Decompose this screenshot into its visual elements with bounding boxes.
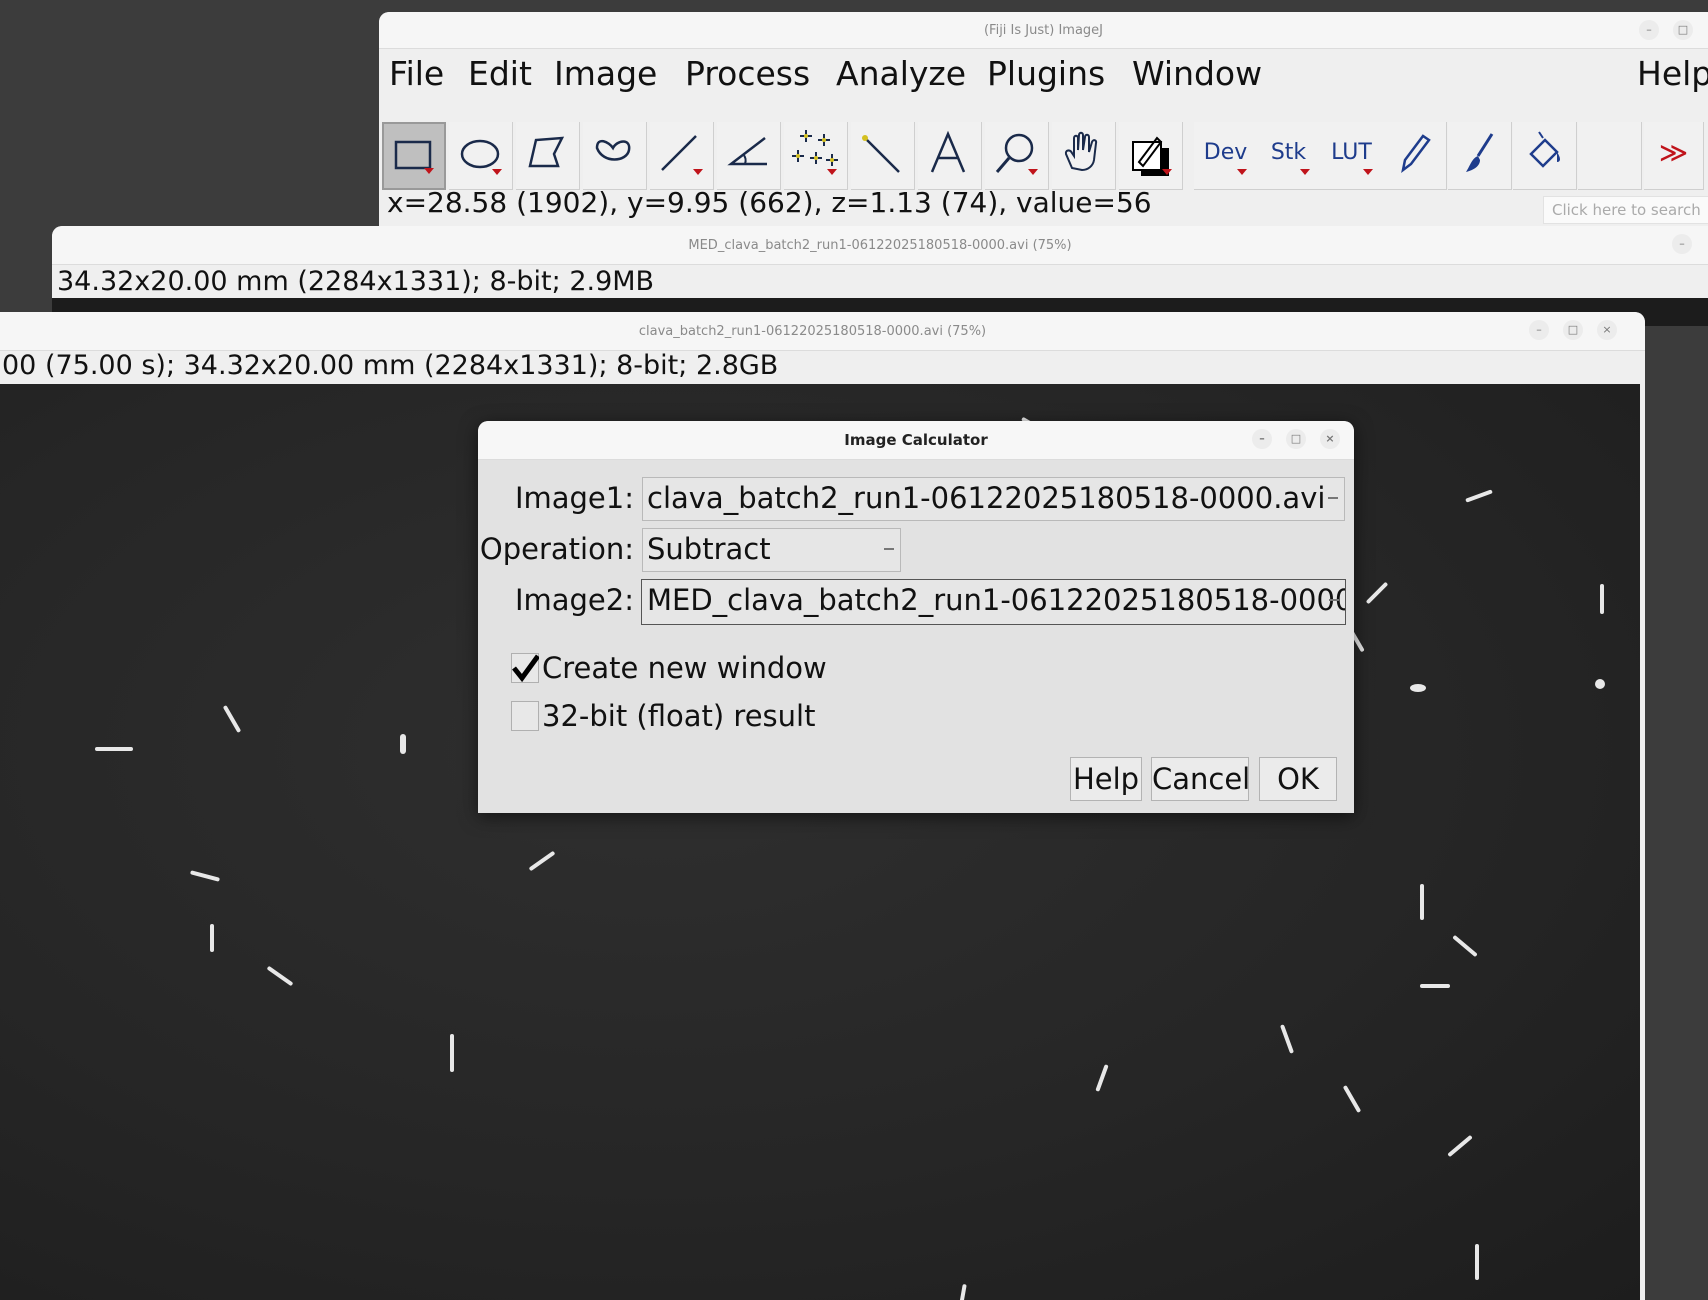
help-button[interactable]: Help (1070, 757, 1142, 801)
magnifier-icon (995, 133, 1034, 173)
med-info: 34.32x20.00 mm (2284x1331); 8-bit; 2.9MB (57, 266, 655, 297)
menubar: File Edit Image Process Analyze Plugins … (379, 54, 1708, 94)
maximize-icon[interactable]: □ (1286, 429, 1306, 449)
oval-tool[interactable] (449, 122, 513, 190)
freehand-tool[interactable] (583, 122, 647, 190)
close-icon[interactable]: × (1320, 429, 1340, 449)
med-image-window: MED_clava_batch2_run1-06122025180518-000… (52, 226, 1708, 326)
create-new-window-label: Create new window (542, 651, 827, 685)
float-result-label: 32-bit (float) result (542, 699, 816, 733)
menu-plugins[interactable]: Plugins (987, 54, 1105, 93)
minimize-icon[interactable]: – (1252, 429, 1272, 449)
more-tools-icon: ≫ (1658, 136, 1689, 169)
brush-tool[interactable] (1448, 122, 1512, 190)
close-icon[interactable]: × (1597, 320, 1617, 340)
clava-title: clava_batch2_run1-06122025180518-0000.av… (638, 323, 987, 339)
bucket-icon (1529, 131, 1560, 168)
lut-tool[interactable]: LUT (1320, 122, 1384, 190)
hand-tool[interactable] (1052, 122, 1116, 190)
zoom-tool[interactable] (985, 122, 1049, 190)
polygon-icon (528, 136, 565, 168)
menu-window[interactable]: Window (1132, 54, 1262, 93)
image1-label: Image1: (514, 481, 634, 515)
more-tools-button[interactable]: ≫ (1644, 122, 1704, 190)
lut-label: LUT (1331, 140, 1372, 165)
operation-label: Operation: (479, 532, 634, 566)
dialog-title: Image Calculator (844, 431, 988, 449)
rectangle-icon (394, 140, 432, 170)
dropdown-icon (884, 548, 894, 550)
image2-label: Image2: (514, 583, 634, 617)
line-tool[interactable] (650, 122, 714, 190)
stk-tool[interactable]: Stk (1257, 122, 1321, 190)
med-title: MED_clava_batch2_run1-06122025180518-000… (688, 237, 1072, 253)
freehand-icon (595, 139, 631, 161)
dropdown-icon (1329, 599, 1339, 601)
fiji-main-window: (Fiji Is Just) ImageJ – □ File Edit Imag… (379, 12, 1708, 228)
fiji-title: (Fiji Is Just) ImageJ (983, 22, 1103, 38)
image-calculator-dialog: Image Calculator – □ × Image1: clava_bat… (478, 421, 1354, 813)
menu-analyze[interactable]: Analyze (836, 54, 966, 93)
text-tool[interactable] (918, 122, 982, 190)
ok-button[interactable]: OK (1259, 757, 1337, 801)
clava-titlebar: clava_batch2_run1-06122025180518-0000.av… (0, 312, 1645, 351)
menu-edit[interactable]: Edit (468, 54, 532, 93)
status-bar: x=28.58 (1902), y=9.95 (662), z=1.13 (74… (387, 186, 1152, 219)
wand-icon (862, 135, 900, 173)
operation-select[interactable]: Subtract (642, 528, 901, 572)
maximize-icon[interactable]: □ (1563, 320, 1583, 340)
polygon-tool[interactable] (516, 122, 580, 190)
search-input[interactable]: Click here to search (1543, 196, 1708, 224)
dev-tool[interactable]: Dev (1194, 122, 1258, 190)
rectangle-tool[interactable] (382, 122, 446, 190)
pencil-tool[interactable] (1383, 122, 1447, 190)
image2-value: MED_clava_batch2_run1-06122025180518-000… (647, 583, 1346, 617)
text-icon (930, 130, 966, 173)
med-titlebar: MED_clava_batch2_run1-06122025180518-000… (52, 226, 1708, 265)
menu-image[interactable]: Image (554, 54, 657, 93)
create-new-window-checkbox[interactable] (511, 653, 539, 683)
stk-label: Stk (1270, 140, 1307, 165)
checkmark-icon (512, 654, 539, 683)
cancel-button[interactable]: Cancel (1151, 757, 1250, 801)
menu-help[interactable]: Help (1637, 54, 1708, 93)
flood-fill-tool[interactable] (1513, 122, 1577, 190)
empty-tool-slot (1578, 122, 1642, 190)
minimize-icon[interactable]: – (1672, 234, 1692, 254)
hand-icon (1064, 131, 1098, 172)
minimize-icon[interactable]: – (1529, 320, 1549, 340)
multipoint-icon (792, 130, 838, 166)
float-result-checkbox[interactable] (511, 701, 539, 731)
line-icon (661, 135, 697, 171)
multipoint-tool[interactable] (784, 122, 848, 190)
color-picker-icon (1132, 136, 1169, 176)
angle-tool[interactable] (717, 122, 781, 190)
image1-select[interactable]: clava_batch2_run1-06122025180518-0000.av… (642, 477, 1345, 521)
clava-info: 00 (75.00 s); 34.32x20.00 mm (2284x1331)… (2, 350, 779, 381)
menu-file[interactable]: File (389, 54, 444, 93)
menu-process[interactable]: Process (685, 54, 810, 93)
dev-label: Dev (1203, 140, 1248, 165)
toolbar: Dev Stk LUT ≫ (382, 122, 1708, 190)
image2-select[interactable]: MED_clava_batch2_run1-06122025180518-000… (641, 579, 1346, 625)
angle-icon (727, 137, 767, 166)
operation-value: Subtract (647, 532, 771, 566)
brush-icon (1466, 133, 1494, 172)
image1-value: clava_batch2_run1-06122025180518-0000.av… (647, 481, 1326, 515)
dropdown-icon (1328, 497, 1338, 499)
pencil-icon (1401, 134, 1431, 173)
oval-icon (460, 139, 500, 169)
minimize-icon[interactable]: – (1639, 20, 1659, 40)
fiji-titlebar: (Fiji Is Just) ImageJ – □ (379, 12, 1708, 49)
color-picker-tool[interactable] (1119, 122, 1183, 190)
maximize-icon[interactable]: □ (1673, 20, 1693, 40)
wand-tool[interactable] (851, 122, 915, 190)
dialog-titlebar: Image Calculator – □ × (478, 421, 1354, 460)
